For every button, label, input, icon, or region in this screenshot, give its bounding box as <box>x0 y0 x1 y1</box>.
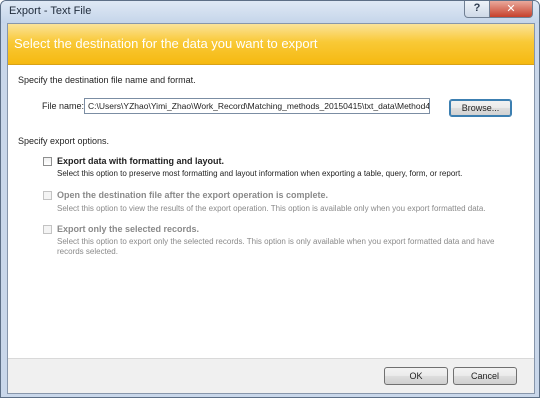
file-name-input[interactable]: C:\Users\YZhao\Yimi_Zhao\Work_Record\Mat… <box>84 98 430 114</box>
open-after-export-option-description: Select this option to view the results o… <box>57 204 486 213</box>
ok-button[interactable]: OK <box>384 367 448 385</box>
title-bar: Export - Text File ? ✕ <box>1 1 539 23</box>
help-icon: ? <box>473 2 481 14</box>
window-title: Export - Text File <box>9 5 92 17</box>
file-name-label: File name: <box>42 101 85 111</box>
open-after-export-option-title[interactable]: Open the destination file after the expo… <box>57 190 328 200</box>
formatting-option-description: Select this option to preserve most form… <box>57 169 463 178</box>
formatting-option-title[interactable]: Export data with formatting and layout. <box>57 156 224 166</box>
options-section-label: Specify export options. <box>18 136 110 146</box>
browse-button[interactable]: Browse... <box>449 99 512 117</box>
header-banner: Select the destination for the data you … <box>8 24 534 65</box>
cancel-button[interactable]: Cancel <box>453 367 517 385</box>
banner-heading: Select the destination for the data you … <box>14 36 318 51</box>
selected-records-option-description: Select this option to export only the se… <box>57 237 495 256</box>
destination-section-label: Specify the destination file name and fo… <box>18 75 196 85</box>
close-button[interactable]: ✕ <box>490 1 533 18</box>
title-controls: ? ✕ <box>464 1 533 19</box>
close-icon: ✕ <box>506 3 516 15</box>
selected-records-option-title[interactable]: Export only the selected records. <box>57 224 199 234</box>
formatting-checkbox[interactable] <box>43 157 52 166</box>
export-dialog: Export - Text File ? ✕ Select the destin… <box>0 0 540 398</box>
dialog-body: Select the destination for the data you … <box>7 23 535 394</box>
selected-records-checkbox[interactable] <box>43 225 52 234</box>
open-after-export-checkbox[interactable] <box>43 191 52 200</box>
help-button[interactable]: ? <box>464 1 490 18</box>
